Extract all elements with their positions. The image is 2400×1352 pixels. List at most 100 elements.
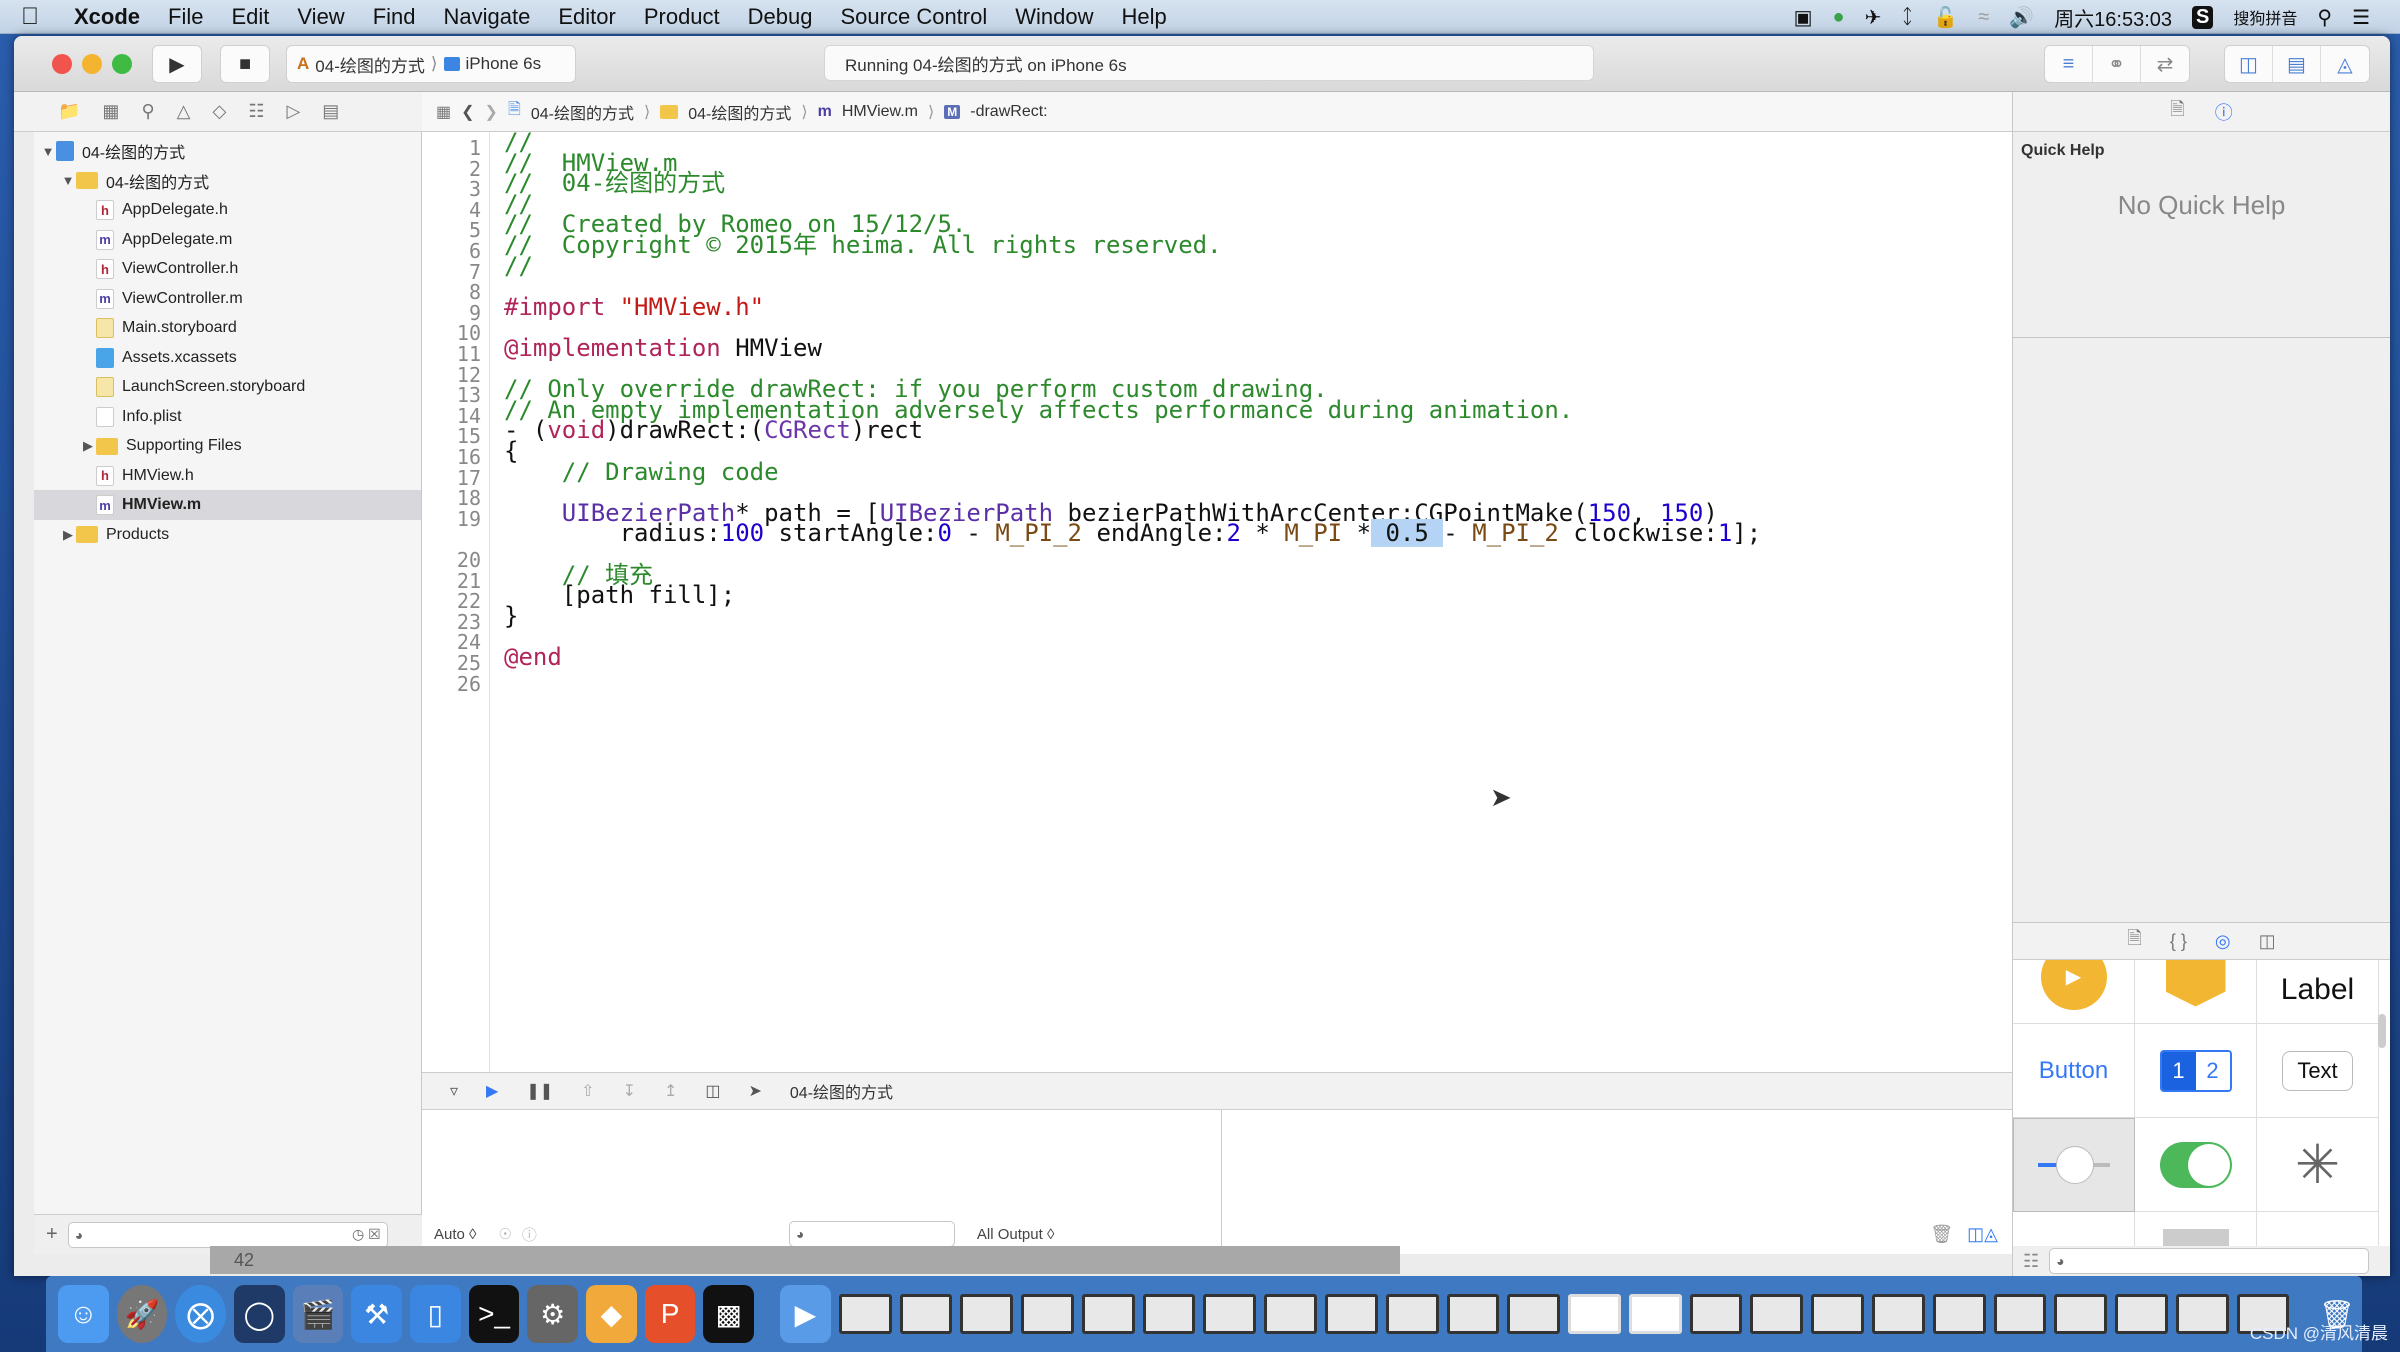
pause-icon[interactable]: ❚❚ [526, 1081, 553, 1101]
minimized-window[interactable] [2115, 1294, 2168, 1334]
breakpoint-navigator-icon[interactable]: ▷ [286, 101, 300, 122]
test-navigator-icon[interactable]: ◇ [212, 101, 226, 122]
version-editor-icon[interactable]: ⇄ [2141, 46, 2189, 82]
code-line[interactable]: #import "HMView.h" [504, 295, 764, 319]
minimized-window[interactable] [1993, 1294, 2047, 1334]
menu-source-control[interactable]: Source Control [827, 4, 1002, 30]
menu-product[interactable]: Product [630, 4, 734, 30]
xcode-icon[interactable]: ⚒ [351, 1285, 403, 1343]
forward-button[interactable]: ❯ [485, 102, 498, 122]
stop-button[interactable]: ■ [220, 45, 270, 83]
navigator-item[interactable]: Info.plist [34, 402, 421, 432]
project-navigator-icon[interactable]: 📁 [58, 101, 80, 122]
navigator-item[interactable]: m ViewController.m [34, 284, 421, 314]
minimized-window[interactable] [838, 1294, 892, 1334]
assistant-editor-icon[interactable]: ⚭ [2093, 46, 2141, 82]
lock-icon[interactable]: 🔓 [1933, 5, 1958, 30]
navigator-item[interactable]: ▶ Supporting Files [34, 431, 421, 461]
recent-files-icon[interactable]: ◷ ☒ [352, 1226, 381, 1243]
wifi-icon[interactable]: ≈ [1978, 6, 1989, 29]
launchpad-icon[interactable]: 🚀 [116, 1285, 168, 1343]
navigator-item[interactable]: Assets.xcassets [34, 343, 421, 373]
code-line[interactable]: // [504, 254, 533, 278]
disclosure-open-icon[interactable]: ▼ [60, 173, 76, 188]
navigator-item[interactable]: LaunchScreen.storyboard [34, 372, 421, 402]
related-items-icon[interactable]: ▦ [436, 102, 451, 122]
toggle-utilities-icon[interactable]: ◬ [2321, 46, 2369, 82]
quick-look-icon[interactable]: ☉ [498, 1225, 511, 1243]
minimized-window[interactable] [1750, 1294, 1804, 1334]
minimized-window[interactable] [1081, 1294, 1135, 1334]
menu-app[interactable]: Xcode [60, 4, 154, 30]
minimized-window[interactable] [1385, 1294, 1439, 1334]
navigator-item[interactable]: ▼ 04-绘图的方式 [34, 166, 421, 196]
zoom-button[interactable] [112, 54, 132, 74]
navigator-item[interactable]: ▼ 04-绘图的方式 [34, 136, 421, 166]
disclosure-closed-icon[interactable]: ▶ [60, 527, 76, 543]
library-item-button[interactable]: Button [2013, 1024, 2135, 1118]
grid-list-toggle-icon[interactable]: ☷ [2023, 1251, 2039, 1272]
code-line[interactable]: - (void)drawRect:(CGRect)rect [504, 418, 923, 442]
code-line[interactable]: // Copyright © 2015年 heima. All rights r… [504, 233, 1222, 257]
menu-view[interactable]: View [283, 4, 358, 30]
menu-window[interactable]: Window [1001, 4, 1107, 30]
split-view-icon[interactable]: ◫◬ [1967, 1224, 1998, 1245]
info-icon[interactable]: ⓘ [522, 1224, 537, 1245]
navigator-item[interactable]: h AppDelegate.h [34, 195, 421, 225]
media-library-icon[interactable]: ◫ [2259, 931, 2276, 952]
disclosure-open-icon[interactable]: ▼ [40, 144, 56, 159]
library-filter-input[interactable]: ◕ [2049, 1248, 2370, 1274]
screen-record-icon[interactable]: ▣ [1794, 5, 1813, 30]
library-scrollbar[interactable] [2378, 1014, 2386, 1048]
library-item-slider[interactable] [2013, 1118, 2135, 1212]
minimized-window[interactable] [2054, 1294, 2108, 1334]
source-editor[interactable]: 1 2 3 4 5 6 7 8 9 10 11 12 13 14 15 16 17 18 19 20 21 22 23 24 2… [422, 130, 2012, 1072]
minimize-button[interactable] [82, 54, 102, 74]
minimized-window[interactable] [1628, 1294, 1682, 1334]
back-button[interactable]: ❮ [461, 102, 474, 122]
navigator-item[interactable]: Main.storyboard [34, 313, 421, 343]
debug-navigator-icon[interactable]: ☷ [248, 101, 264, 122]
menu-help[interactable]: Help [1108, 4, 1181, 30]
minimized-window[interactable] [899, 1294, 953, 1334]
navigator-item[interactable]: h HMView.h [34, 461, 421, 491]
apple-menu-icon[interactable]:  [0, 3, 60, 31]
variables-filter-input[interactable]: ◕ [788, 1221, 955, 1247]
code-line[interactable]: // 04-绘图的方式 [504, 171, 725, 195]
standard-editor-icon[interactable]: ≡ [2045, 46, 2093, 82]
minimized-window[interactable] [1507, 1294, 1561, 1334]
menu-find[interactable]: Find [359, 4, 430, 30]
mouse-app-icon[interactable]: ◯ [234, 1285, 285, 1343]
step-into-icon[interactable]: ↧ [623, 1081, 636, 1101]
close-button[interactable] [52, 54, 72, 74]
minimized-window[interactable] [1324, 1294, 1378, 1334]
symbol-navigator-icon[interactable]: ▦ [102, 101, 119, 122]
toggle-navigator-icon[interactable]: ◫ [2225, 46, 2273, 82]
spotlight-icon[interactable]: ⚲ [2317, 5, 2332, 30]
step-out-icon[interactable]: ↥ [664, 1081, 677, 1101]
view-hierarchy-icon[interactable]: ◫ [705, 1081, 720, 1101]
code-line[interactable]: } [504, 604, 518, 628]
code-line[interactable]: @end [504, 645, 562, 669]
menu-navigate[interactable]: Navigate [430, 4, 545, 30]
minimized-window[interactable] [1568, 1294, 1621, 1334]
breakpoints-toggle-icon[interactable]: ▶ [486, 1081, 498, 1101]
run-button[interactable]: ▶ [152, 45, 202, 83]
breadcrumb-file[interactable]: HMView.m [842, 103, 918, 121]
minimized-window[interactable] [1021, 1294, 1074, 1334]
media-player-icon[interactable]: ● [1833, 6, 1845, 29]
quick-help-icon[interactable]: ⓘ [2215, 99, 2233, 125]
library-item-segmented-control[interactable]: 1 2 [2135, 1024, 2257, 1118]
pages-p-icon[interactable]: P [644, 1285, 696, 1343]
minimized-window[interactable] [1689, 1294, 1743, 1334]
code-line[interactable]: [path fill]; [504, 583, 735, 607]
library-item-activity-indicator[interactable]: ✳ [2257, 1118, 2379, 1212]
navigator-item[interactable]: ▶ Products [34, 520, 421, 550]
movie-app-icon[interactable]: 🎬 [292, 1285, 344, 1343]
breadcrumb-method[interactable]: -drawRect: [970, 103, 1047, 121]
library-item-text-field[interactable]: Text [2257, 1024, 2379, 1118]
toggle-debug-area-icon[interactable]: ▤ [2273, 46, 2321, 82]
sketch-icon[interactable]: ◆ [586, 1285, 637, 1343]
simulate-location-icon[interactable]: ➤ [749, 1081, 762, 1101]
input-method-label[interactable]: 搜狗拼音 [2233, 5, 2297, 29]
